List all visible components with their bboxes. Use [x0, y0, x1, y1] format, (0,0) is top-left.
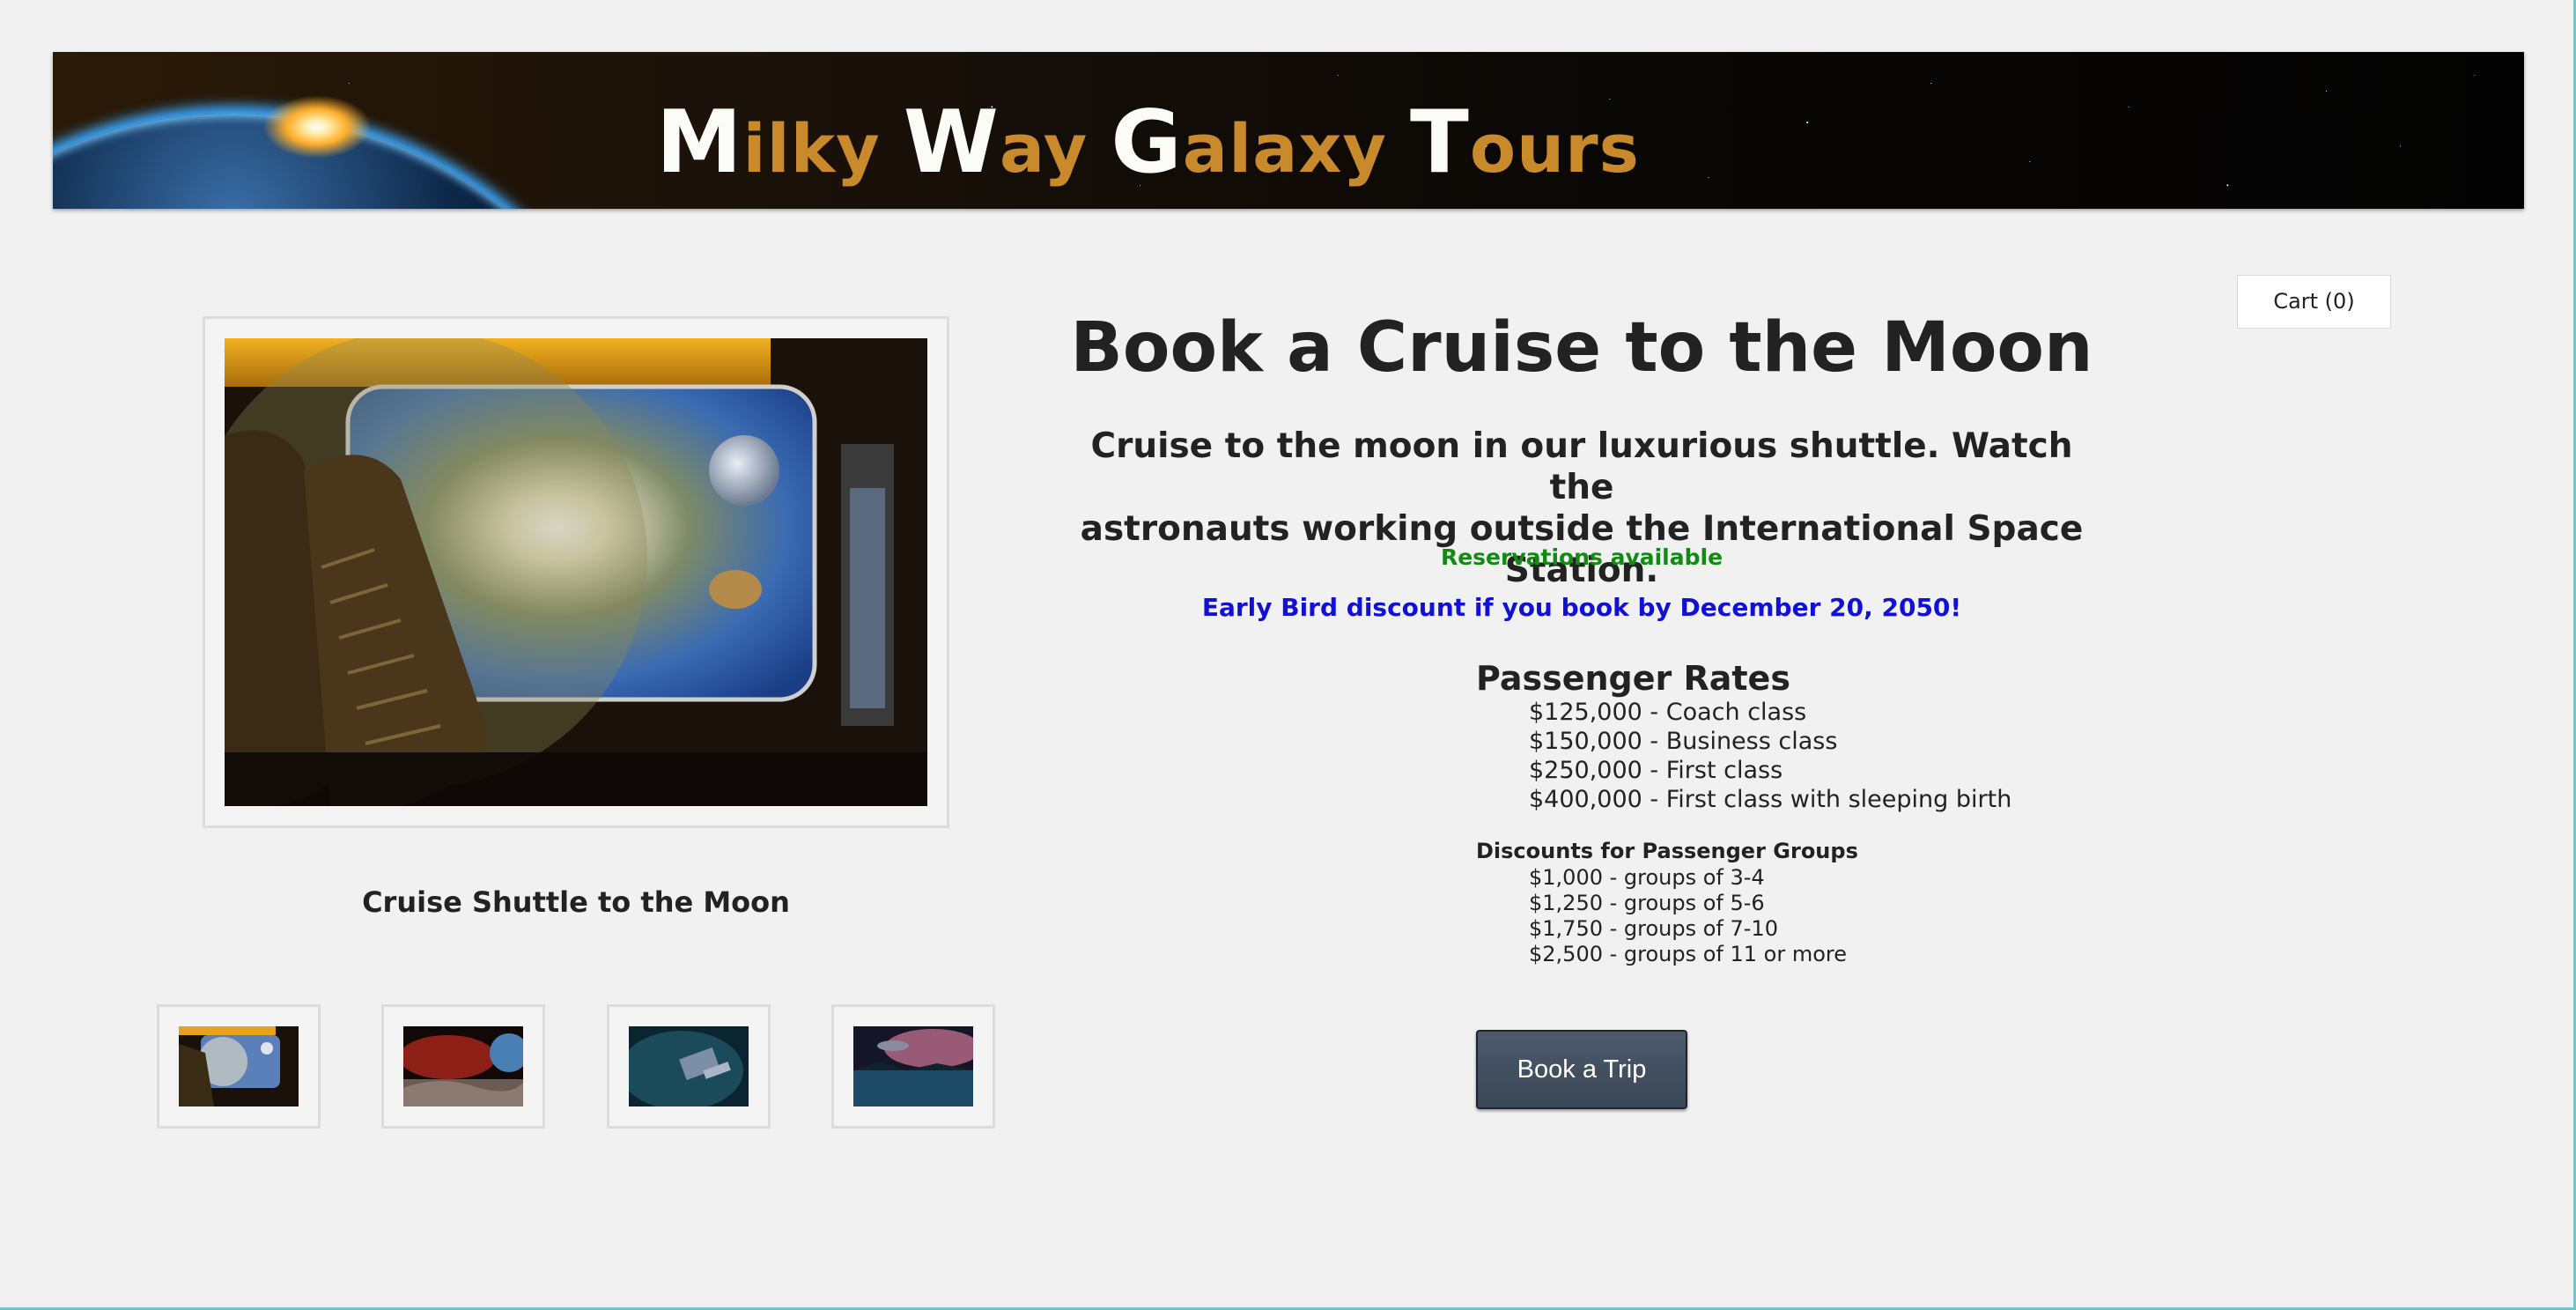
thumbnail-shuttle-interior[interactable] [157, 1004, 321, 1129]
rate-item: $125,000 - Coach class [1529, 699, 1807, 726]
discount-item: $1,750 - groups of 7-10 [1529, 916, 1778, 941]
rate-item: $250,000 - First class [1529, 757, 1783, 784]
thumbnail-image [403, 1026, 523, 1106]
main-image-caption: Cruise Shuttle to the Moon [362, 885, 790, 919]
thumbnail-image [853, 1026, 973, 1106]
promo-text: Early Bird discount if you book by Decem… [1201, 593, 1962, 622]
banner-sunrise [264, 96, 370, 158]
description-line: Cruise to the moon in our luxurious shut… [1090, 426, 2073, 507]
site-logo-title: Milky Way Galaxy Tours [656, 93, 1640, 193]
page-title: Book a Cruise to the Moon [1070, 308, 2093, 388]
passenger-rates-heading: Passenger Rates [1476, 659, 1790, 698]
discount-item: $1,000 - groups of 3-4 [1529, 865, 1765, 890]
group-discounts-heading: Discounts for Passenger Groups [1476, 839, 1858, 863]
thumbnail-red-planet-landscape[interactable] [381, 1004, 545, 1129]
group-discounts-list: $1,000 - groups of 3-4 $1,250 - groups o… [1529, 865, 1847, 967]
thumbnail-image [179, 1026, 299, 1106]
passenger-rates-list: $125,000 - Coach class $150,000 - Busine… [1529, 698, 2011, 814]
rate-item: $400,000 - First class with sleeping bir… [1529, 786, 2012, 813]
cart-button[interactable]: Cart (0) [2237, 275, 2391, 329]
site-banner: Milky Way Galaxy Tours [53, 52, 2524, 209]
thumbnail-space-station[interactable] [607, 1004, 771, 1129]
thumbnail-image [629, 1026, 749, 1106]
discount-item: $1,250 - groups of 5-6 [1529, 891, 1765, 915]
availability-status: Reservations available [1440, 544, 1723, 570]
book-a-trip-button[interactable]: Book a Trip [1476, 1030, 1687, 1109]
rate-item: $150,000 - Business class [1529, 728, 1838, 755]
thumbnail-pink-nebula-lake[interactable] [831, 1004, 995, 1129]
discount-item: $2,500 - groups of 11 or more [1529, 942, 1848, 966]
main-product-image-frame [203, 316, 949, 828]
main-product-image [225, 338, 927, 806]
